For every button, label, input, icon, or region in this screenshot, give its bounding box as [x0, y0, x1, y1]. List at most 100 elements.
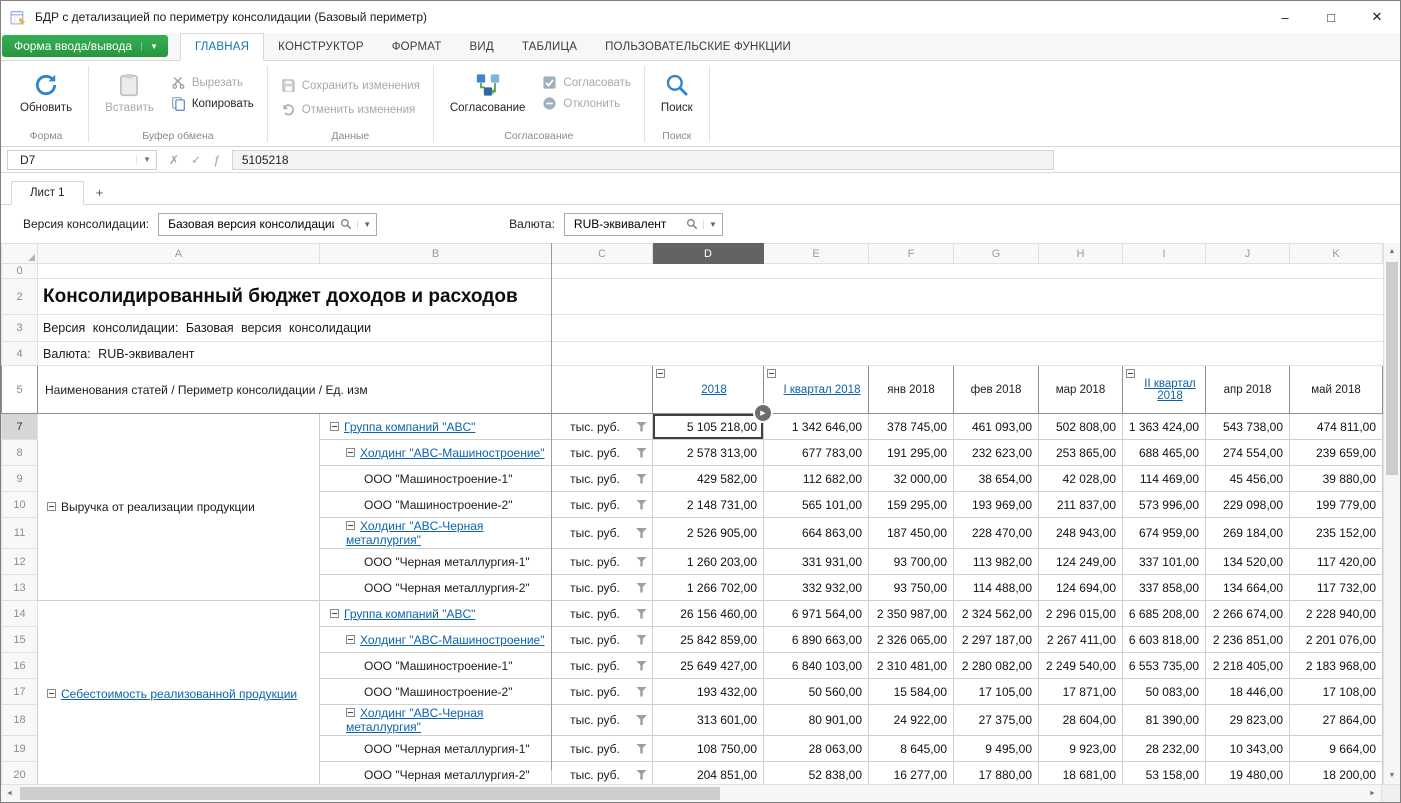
unit-cell[interactable]: тыс. руб.	[552, 762, 653, 785]
entity-cell[interactable]: Группа компаний "ABC"	[320, 601, 552, 627]
drill-down-button[interactable]: ▶	[755, 405, 771, 421]
value-cell[interactable]: 28 604,00	[1039, 705, 1123, 736]
sheet-tab-list1[interactable]: Лист 1	[11, 181, 84, 205]
refresh-button[interactable]: Обновить	[11, 65, 81, 117]
collapse-icon[interactable]	[346, 635, 355, 644]
search-icon[interactable]	[340, 218, 352, 230]
add-sheet-button[interactable]: +	[84, 181, 116, 204]
copy-button[interactable]: Копировать	[165, 95, 260, 112]
scroll-up-icon[interactable]: ▲	[1384, 243, 1400, 260]
consolidation-version-select[interactable]: Базовая версия консолидации ▼	[158, 213, 377, 236]
value-cell[interactable]: 2 297 187,00	[954, 627, 1039, 653]
value-cell[interactable]: 117 732,00	[1290, 575, 1383, 601]
period-header[interactable]: II квартал 2018	[1123, 366, 1206, 414]
entity-cell[interactable]: Холдинг "ABC-Машиностроение"	[320, 440, 552, 466]
value-cell[interactable]: 573 996,00	[1123, 492, 1206, 518]
value-cell[interactable]: 6 840 103,00	[764, 653, 869, 679]
filter-icon[interactable]	[636, 744, 647, 754]
value-cell[interactable]: 50 083,00	[1123, 679, 1206, 705]
value-cell[interactable]: 1 260 203,00	[653, 549, 764, 575]
collapse-icon[interactable]	[767, 369, 776, 378]
row-header-7[interactable]: 7	[2, 414, 38, 440]
column-header-b[interactable]: B	[320, 244, 552, 264]
unit-header[interactable]	[552, 366, 653, 414]
value-cell[interactable]: 1 363 424,00	[1123, 414, 1206, 440]
unit-cell[interactable]: тыс. руб.	[552, 549, 653, 575]
column-header-f[interactable]: F	[869, 244, 954, 264]
value-cell[interactable]: 565 101,00	[764, 492, 869, 518]
value-cell[interactable]: 29 823,00	[1206, 705, 1290, 736]
value-cell[interactable]: 2 526 905,00	[653, 518, 764, 549]
column-header-k[interactable]: K	[1290, 244, 1383, 264]
value-cell[interactable]: 93 750,00	[869, 575, 954, 601]
value-cell[interactable]: 80 901,00	[764, 705, 869, 736]
tab-user-functions[interactable]: ПОЛЬЗОВАТЕЛЬСКИЕ ФУНКЦИИ	[591, 33, 805, 60]
value-cell[interactable]: 2 324 562,00	[954, 601, 1039, 627]
value-cell[interactable]: 112 682,00	[764, 466, 869, 492]
value-cell[interactable]: 2 148 731,00	[653, 492, 764, 518]
column-header-g[interactable]: G	[954, 244, 1039, 264]
value-cell[interactable]: 187 450,00	[869, 518, 954, 549]
entity-cell[interactable]: ООО "Машиностроение-2"	[320, 492, 552, 518]
article-group-cell[interactable]: Себестоимость реализованной продукции	[38, 601, 320, 785]
tab-tablitsa[interactable]: ТАБЛИЦА	[508, 33, 591, 60]
tab-vid[interactable]: ВИД	[456, 33, 508, 60]
value-cell[interactable]: 2 280 082,00	[954, 653, 1039, 679]
value-cell[interactable]: 2 578 313,00	[653, 440, 764, 466]
row-header-17[interactable]: 17	[2, 679, 38, 705]
value-cell[interactable]: 461 093,00	[954, 414, 1039, 440]
value-cell[interactable]: 2 236 851,00	[1206, 627, 1290, 653]
filter-icon[interactable]	[636, 770, 647, 780]
value-cell[interactable]: 28 232,00	[1123, 736, 1206, 762]
function-icon[interactable]: ƒ	[213, 153, 220, 167]
tab-konstruktor[interactable]: КОНСТРУКТОР	[264, 33, 378, 60]
value-cell[interactable]: 50 560,00	[764, 679, 869, 705]
value-cell[interactable]: 204 851,00	[653, 762, 764, 785]
value-cell[interactable]: 2 326 065,00	[869, 627, 954, 653]
tab-format[interactable]: ФОРМАТ	[378, 33, 456, 60]
value-cell[interactable]: 18 200,00	[1290, 762, 1383, 785]
value-cell[interactable]: 114 488,00	[954, 575, 1039, 601]
formula-input[interactable]: 5105218	[232, 150, 1054, 170]
filter-icon[interactable]	[636, 557, 647, 567]
entity-cell[interactable]: ООО "Черная металлургия-2"	[320, 575, 552, 601]
value-cell[interactable]: 2 267 411,00	[1039, 627, 1123, 653]
row-header-3[interactable]: 3	[2, 315, 38, 342]
filter-icon[interactable]	[636, 687, 647, 697]
reject-button[interactable]: Отклонить	[536, 95, 636, 112]
unit-cell[interactable]: тыс. руб.	[552, 575, 653, 601]
entity-cell[interactable]: ООО "Машиностроение-2"	[320, 679, 552, 705]
version-line[interactable]: Версия консолидации: Базовая версия конс…	[38, 315, 1383, 342]
value-cell[interactable]: 25 842 859,00	[653, 627, 764, 653]
approve-button[interactable]: Согласовать	[536, 74, 636, 91]
value-cell[interactable]: 6 685 208,00	[1123, 601, 1206, 627]
period-header[interactable]: апр 2018	[1206, 366, 1290, 414]
row-header-15[interactable]: 15	[2, 627, 38, 653]
value-cell[interactable]: 235 152,00	[1290, 518, 1383, 549]
save-changes-button[interactable]: Сохранить изменения	[275, 77, 426, 94]
value-cell[interactable]: 2 249 540,00	[1039, 653, 1123, 679]
value-cell[interactable]: 429 582,00	[653, 466, 764, 492]
collapse-icon[interactable]	[330, 422, 339, 431]
value-cell[interactable]: 9 664,00	[1290, 736, 1383, 762]
value-cell[interactable]: 2 218 405,00	[1206, 653, 1290, 679]
value-cell[interactable]: 2 201 076,00	[1290, 627, 1383, 653]
value-cell[interactable]: 543 738,00	[1206, 414, 1290, 440]
scroll-right-icon[interactable]: ►	[1364, 785, 1381, 802]
report-title[interactable]: Консолидированный бюджет доходов и расхо…	[38, 279, 1383, 315]
unit-cell[interactable]: тыс. руб.	[552, 440, 653, 466]
row-header-16[interactable]: 16	[2, 653, 38, 679]
value-cell[interactable]: 248 943,00	[1039, 518, 1123, 549]
tab-glavnaya[interactable]: ГЛАВНАЯ	[180, 33, 264, 61]
value-cell[interactable]: 331 931,00	[764, 549, 869, 575]
row-header-20[interactable]: 20	[2, 762, 38, 785]
column-header-c[interactable]: C	[552, 244, 653, 264]
period-header[interactable]: фев 2018	[954, 366, 1039, 414]
cell-reference-box[interactable]: D7 ▼	[7, 150, 157, 170]
filter-icon[interactable]	[636, 583, 647, 593]
filter-icon[interactable]	[636, 500, 647, 510]
value-cell[interactable]: 17 108,00	[1290, 679, 1383, 705]
vertical-scroll-track[interactable]	[1384, 260, 1400, 767]
value-cell[interactable]: 52 838,00	[764, 762, 869, 785]
value-cell[interactable]: 337 101,00	[1123, 549, 1206, 575]
